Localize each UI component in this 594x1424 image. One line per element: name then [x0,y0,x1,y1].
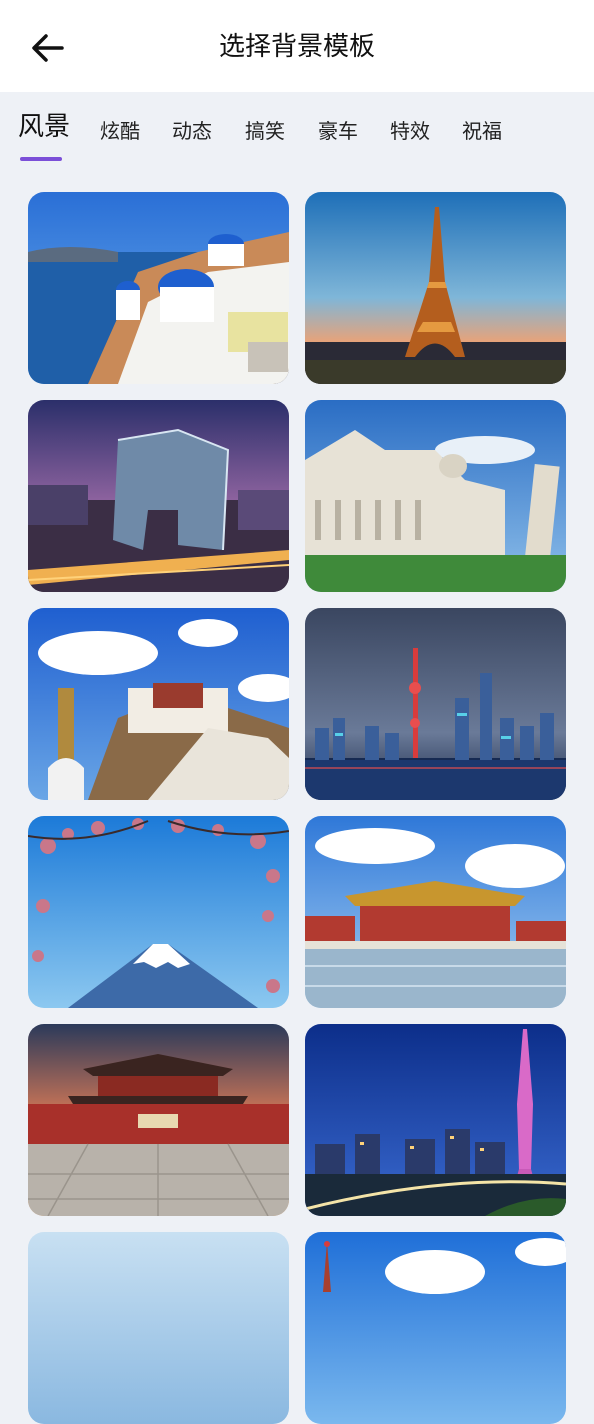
template-card-shanghai-skyline[interactable] [305,608,566,800]
template-card-forbidden-city-gate[interactable] [28,1024,289,1216]
page-title: 选择背景模板 [218,32,375,62]
template-card-potala-palace[interactable] [28,608,289,800]
tab-effects[interactable]: 特效 [390,116,430,146]
template-card-eiffel-tower[interactable] [305,192,566,384]
tab-cool[interactable]: 炫酷 [100,116,140,146]
app-header: 选择背景模板 [0,0,594,92]
tab-dynamic[interactable]: 动态 [172,116,212,146]
tab-funny[interactable]: 搞笑 [245,116,285,146]
tab-scenery[interactable]: 风景 [18,112,70,142]
template-card-pisa-cathedral[interactable] [305,400,566,592]
category-tabs: 风景 炫酷 动态 搞笑 豪车 特效 祝福 [0,92,594,172]
template-card-partial-kremlin[interactable] [305,1232,566,1424]
active-tab-indicator [20,157,62,161]
template-card-santorini[interactable] [28,192,289,384]
template-card-forbidden-city-plaza[interactable] [305,816,566,1008]
tab-luxury-car[interactable]: 豪车 [318,116,358,146]
template-card-partial-sky[interactable] [28,1232,289,1424]
template-card-canton-tower[interactable] [305,1024,566,1216]
template-card-mount-fuji[interactable] [28,816,289,1008]
tab-blessings[interactable]: 祝福 [462,116,502,146]
template-card-cctv-building[interactable] [28,400,289,592]
